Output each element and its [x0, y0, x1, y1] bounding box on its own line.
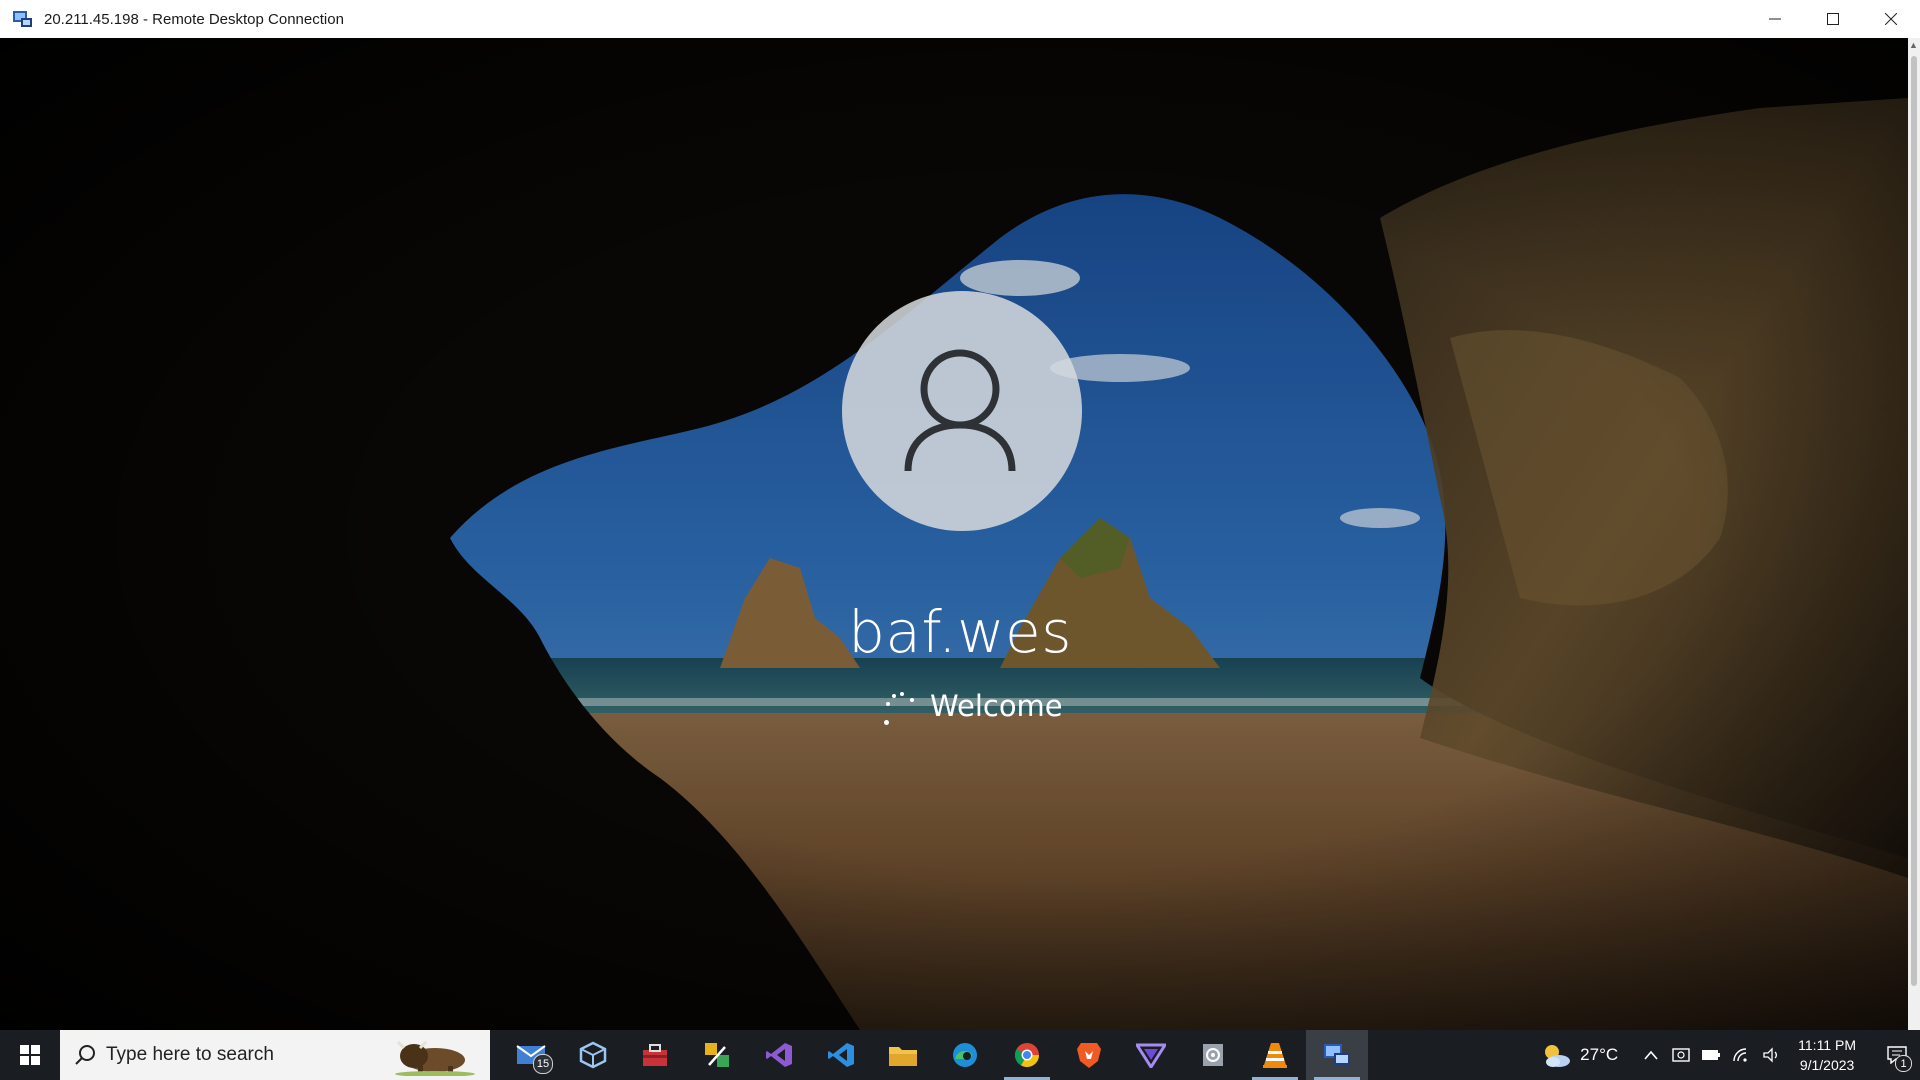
user-avatar — [842, 291, 1082, 531]
window-title: 20.211.45.198 - Remote Desktop Connectio… — [44, 10, 344, 28]
vscode-icon — [828, 1043, 854, 1067]
visual-studio-icon — [766, 1043, 792, 1067]
battery-icon[interactable] — [1696, 1030, 1726, 1080]
toolbox-icon — [643, 1044, 667, 1066]
search-icon — [75, 1045, 95, 1065]
protonvpn-icon — [1136, 1043, 1166, 1068]
clock-time: 11:11 PM — [1798, 1037, 1856, 1053]
bison-search-highlight-icon — [395, 1040, 475, 1076]
vertical-scrollbar[interactable]: ▲ — [1908, 38, 1920, 1030]
system-tray: 27°C 11:11 PM 9/1/2023 1 — [1540, 1030, 1920, 1080]
chrome-icon — [1014, 1043, 1039, 1068]
wifi-icon[interactable] — [1726, 1030, 1756, 1080]
folder-icon — [889, 1047, 917, 1066]
taskbar-app-settings-app[interactable] — [1182, 1030, 1244, 1080]
taskbar-app-vlc[interactable] — [1244, 1030, 1306, 1080]
taskbar-app-virtualbox[interactable] — [562, 1030, 624, 1080]
settings-app-icon — [1203, 1044, 1223, 1066]
lockscreen-background — [0, 38, 1908, 1030]
loading-spinner-icon — [880, 686, 920, 726]
edge-icon — [953, 1043, 977, 1067]
taskbar-search-box[interactable]: Type here to search — [60, 1030, 490, 1080]
weather-temperature: 27°C — [1580, 1045, 1619, 1064]
partly-cloudy-icon — [1545, 1045, 1571, 1067]
clock-date: 9/1/2023 — [1799, 1057, 1855, 1073]
windows-logo-icon — [20, 1045, 40, 1065]
taskbar-app-brave[interactable] — [1058, 1030, 1120, 1080]
search-placeholder: Type here to search — [106, 1044, 274, 1065]
taskbar-app-edge[interactable] — [934, 1030, 996, 1080]
remote-desktop-icon — [1324, 1044, 1350, 1065]
scroll-up-icon[interactable]: ▲ — [1909, 40, 1918, 50]
maximize-button[interactable] — [1804, 0, 1862, 38]
snipping-tool-icon — [705, 1043, 729, 1067]
taskbar-app-visual-studio[interactable] — [748, 1030, 810, 1080]
remote-desktop-app-icon[interactable] — [12, 8, 34, 30]
username-label: baf.wes — [848, 598, 1072, 666]
taskbar-app-mail[interactable]: 15 — [500, 1030, 562, 1080]
vlc-icon — [1263, 1043, 1287, 1068]
taskbar-app-remote-desktop[interactable] — [1306, 1030, 1368, 1080]
taskbar-app-protonvpn[interactable] — [1120, 1030, 1182, 1080]
minimize-button[interactable] — [1746, 0, 1804, 38]
virtualbox-icon — [579, 1041, 607, 1069]
taskbar: Type here to search 15 27°C 11:11 PM 9/1… — [0, 1030, 1920, 1080]
taskbar-app-snipping-tool[interactable] — [686, 1030, 748, 1080]
taskbar-app-chrome[interactable] — [996, 1030, 1058, 1080]
taskbar-app-toolbox[interactable] — [624, 1030, 686, 1080]
taskbar-clock[interactable]: 11:11 PM 9/1/2023 — [1798, 1035, 1856, 1075]
weather-widget[interactable]: 27°C — [1540, 1041, 1618, 1069]
taskbar-app-vscode[interactable] — [810, 1030, 872, 1080]
welcome-status: Welcome — [880, 686, 1063, 726]
volume-icon[interactable] — [1756, 1030, 1786, 1080]
notification-count: 1 — [1895, 1055, 1912, 1072]
welcome-text: Welcome — [930, 689, 1063, 723]
meet-now-icon[interactable] — [1666, 1030, 1696, 1080]
start-button[interactable] — [0, 1030, 60, 1080]
notification-center-button[interactable]: 1 — [1874, 1030, 1920, 1080]
taskbar-app-file-explorer[interactable] — [872, 1030, 934, 1080]
close-button[interactable] — [1862, 0, 1920, 38]
remote-desktop-view[interactable]: baf.wes Welcome — [0, 38, 1908, 1030]
brave-icon — [1077, 1043, 1101, 1068]
mail-badge: 15 — [533, 1054, 553, 1074]
show-hidden-icons-chevron-icon[interactable] — [1636, 1030, 1666, 1080]
scrollbar-thumb[interactable] — [1911, 56, 1917, 986]
user-silhouette-icon — [904, 349, 1016, 472]
window-titlebar: 20.211.45.198 - Remote Desktop Connectio… — [0, 0, 1920, 39]
